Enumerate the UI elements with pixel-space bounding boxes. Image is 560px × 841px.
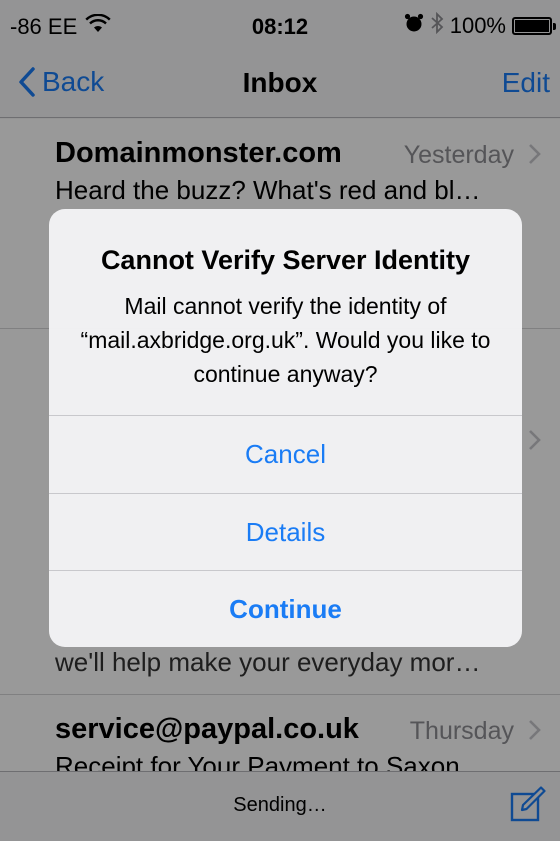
continue-button[interactable]: Continue: [49, 570, 522, 647]
alert-title: Cannot Verify Server Identity: [100, 245, 471, 275]
alert-message: Mail cannot verify the identity of “mail…: [80, 293, 491, 387]
cancel-button[interactable]: Cancel: [49, 415, 522, 493]
details-button[interactable]: Details: [49, 493, 522, 571]
alert-dialog: Cannot Verify Server Identity Mail canno…: [49, 209, 522, 647]
